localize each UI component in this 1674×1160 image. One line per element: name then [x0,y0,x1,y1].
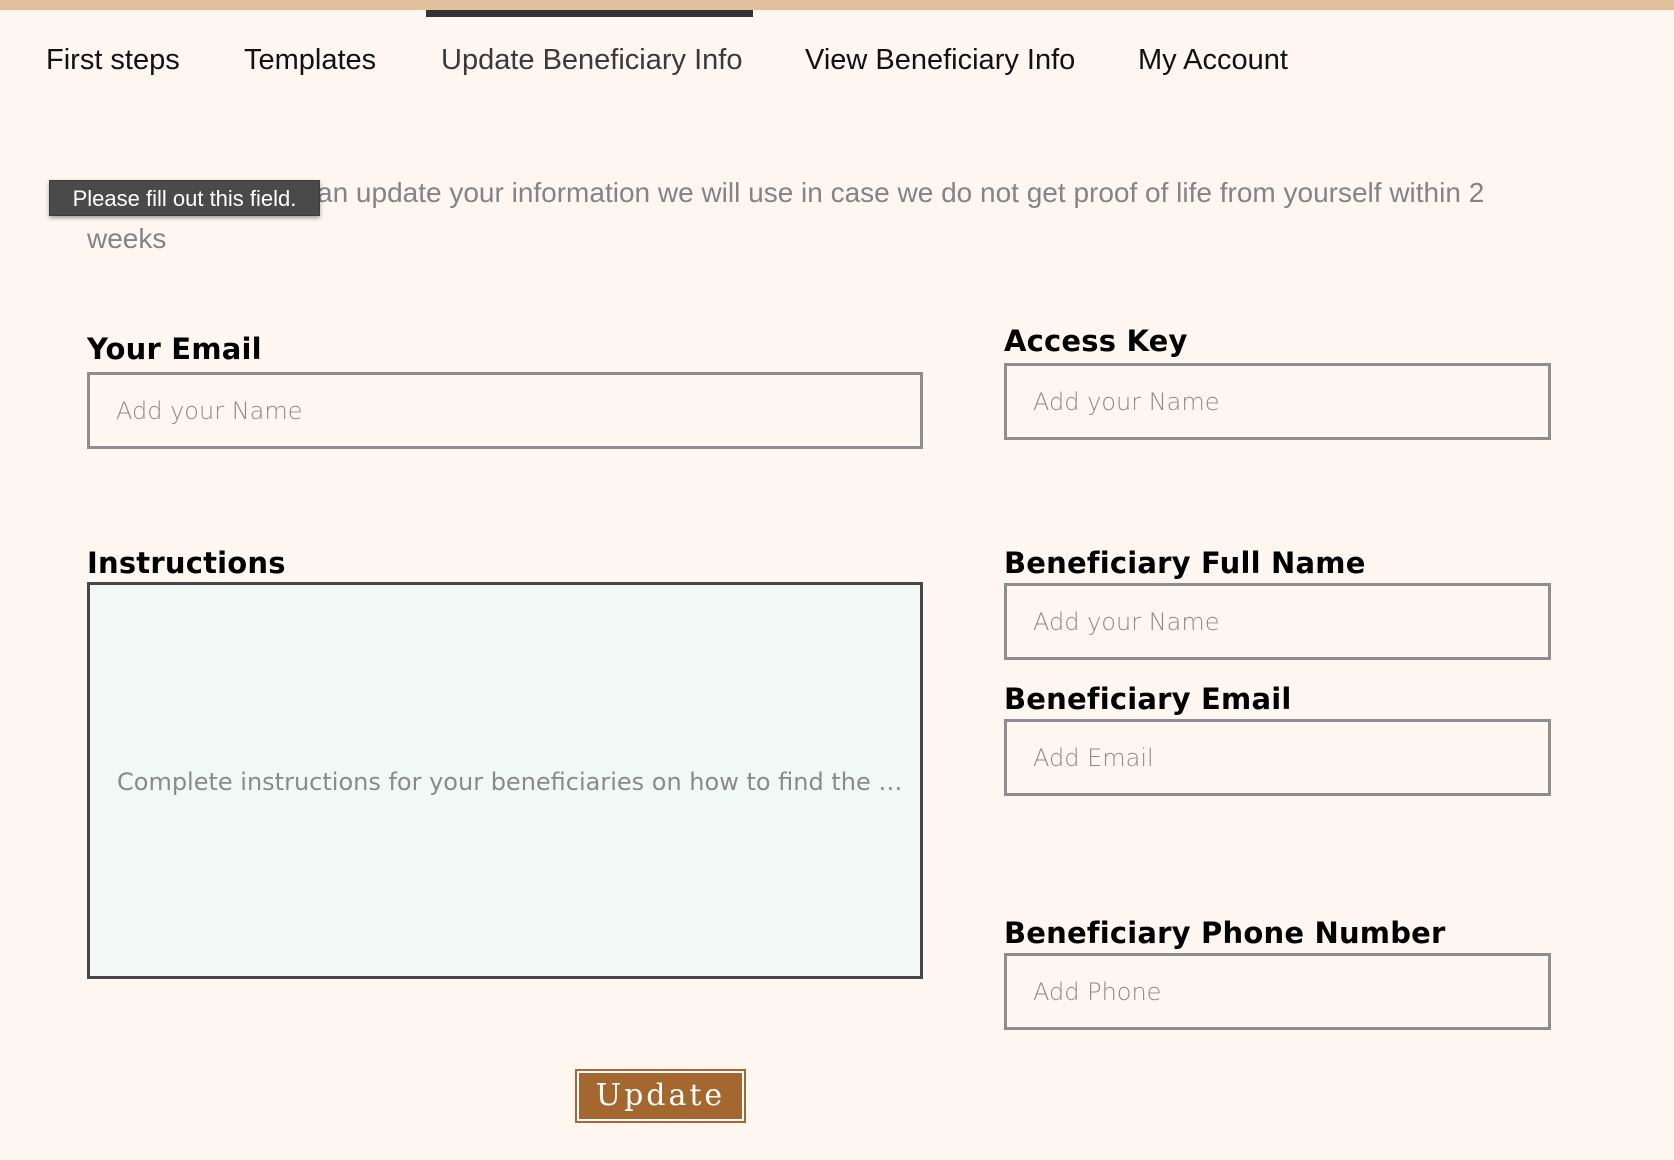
top-accent-strip [0,0,1674,10]
active-tab-indicator [426,10,753,17]
instructions-label: Instructions [87,546,286,580]
nav-item-first-steps[interactable]: First steps [46,44,180,77]
access-key-input[interactable] [1004,363,1551,440]
beneficiary-phone-input[interactable] [1004,953,1551,1030]
instructions-textarea[interactable]: Complete instructions for your beneficia… [87,582,923,979]
beneficiary-email-input[interactable] [1004,719,1551,796]
nav-item-view-beneficiary-info[interactable]: View Beneficiary Info [805,44,1075,77]
beneficiary-phone-label: Beneficiary Phone Number [1004,916,1446,950]
beneficiary-full-name-label: Beneficiary Full Name [1004,546,1366,580]
nav-item-my-account[interactable]: My Account [1138,44,1288,77]
nav-item-templates[interactable]: Templates [244,44,376,77]
nav-item-update-beneficiary-info[interactable]: Update Beneficiary Info [441,44,742,77]
your-email-label: Your Email [87,332,262,366]
beneficiary-full-name-input[interactable] [1004,583,1551,660]
beneficiary-email-label: Beneficiary Email [1004,682,1292,716]
update-button[interactable]: Update [575,1069,746,1123]
main-nav: First steps Templates Update Beneficiary… [0,10,1674,110]
access-key-label: Access Key [1004,324,1188,358]
validation-tooltip: Please fill out this field. [49,180,320,216]
instructions-placeholder: Complete instructions for your beneficia… [117,768,907,796]
your-email-input[interactable] [87,372,923,449]
